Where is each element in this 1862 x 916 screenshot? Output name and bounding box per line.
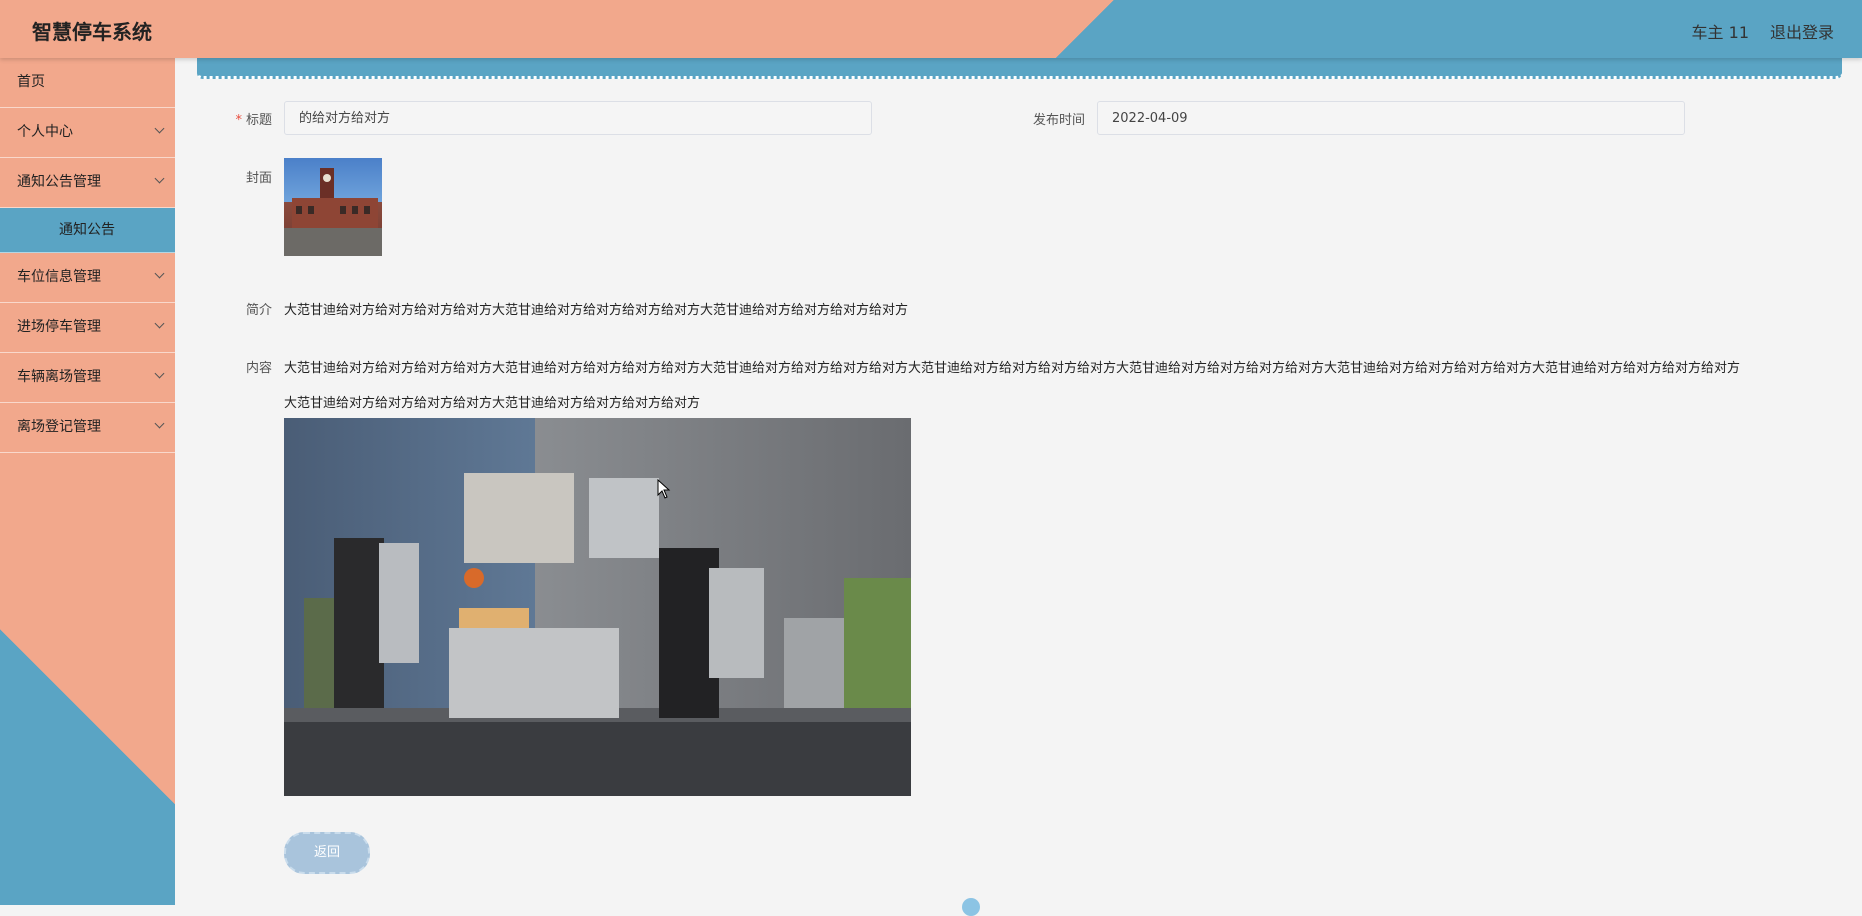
app-title: 智慧停车系统 [32,20,152,44]
cover-image [284,158,382,256]
publish-time-label: 发布时间 [1032,113,1085,128]
logout-link[interactable]: 退出登录 [1770,19,1834,43]
required-mark: * [235,113,242,128]
chevron-down-icon [154,123,165,134]
sidebar-item-label: 通知公告管理 [17,174,101,190]
sidebar-item-entry-parking[interactable]: 进场停车管理 [0,303,175,353]
current-user: 车主 11 [1691,23,1749,42]
title-field[interactable]: 的给对方给对方 [284,101,872,135]
chevron-down-icon [154,368,165,379]
sidebar-item-exit-register[interactable]: 离场登记管理 [0,403,175,453]
content-label: 内容 [245,361,272,376]
cover-label: 封面 [245,171,272,186]
chevron-down-icon [154,318,165,329]
scroll-indicator [962,898,980,916]
sidebar-item-label: 车位信息管理 [17,269,101,285]
summary-label: 简介 [245,303,272,318]
sidebar-item-personal-center[interactable]: 个人中心 [0,108,175,158]
chevron-down-icon [154,268,165,279]
sidebar-item-label: 进场停车管理 [17,319,101,335]
kitchen-appliances-illustration [284,473,911,796]
mouse-cursor-icon [657,479,671,499]
summary-text: 大范甘迪给对方给对方给对方给对方大范甘迪给对方给对方给对方给对方大范甘迪给对方给… [284,303,909,318]
content-text-line-1: 大范甘迪给对方给对方给对方给对方大范甘迪给对方给对方给对方给对方大范甘迪给对方给… [284,361,1741,376]
publish-time-field[interactable]: 2022-04-09 [1097,101,1685,135]
building-illustration [284,168,382,256]
sidebar-item-label: 车辆离场管理 [17,369,101,385]
top-header: 智慧停车系统 车主 11 退出登录 [0,0,1862,58]
back-button[interactable]: 返回 [284,832,370,874]
sidebar-item-vehicle-exit[interactable]: 车辆离场管理 [0,353,175,403]
sidebar: 首页 个人中心 通知公告管理 通知公告 车位信息管理 进场停车管理 车辆离场管理… [0,58,175,905]
title-label: * 标题 [235,113,272,128]
content-text-line-2: 大范甘迪给对方给对方给对方给对方大范甘迪给对方给对方给对方给对方 [284,396,701,411]
sidebar-subitem-notice[interactable]: 通知公告 [0,208,175,253]
sidebar-item-label: 首页 [17,74,45,90]
sidebar-item-notice-management[interactable]: 通知公告管理 [0,158,175,208]
sidebar-item-label: 离场登记管理 [17,419,101,435]
sidebar-item-parking-space[interactable]: 车位信息管理 [0,253,175,303]
chevron-down-icon [154,173,165,184]
sidebar-item-label: 个人中心 [17,124,73,140]
sidebar-item-home[interactable]: 首页 [0,58,175,108]
sidebar-item-label: 通知公告 [59,222,115,238]
content-image [284,418,911,796]
chevron-down-icon [154,418,165,429]
